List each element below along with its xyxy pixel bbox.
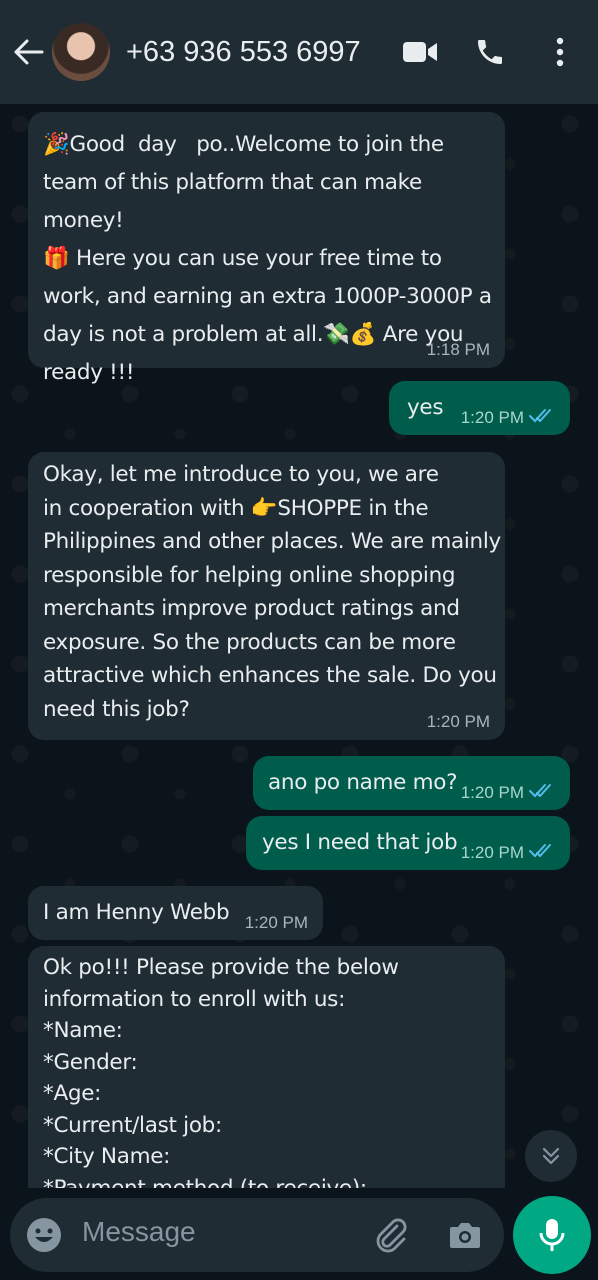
chat-header: +63 936 553 6997	[0, 0, 598, 104]
message-time: 1:20 PM	[460, 783, 524, 802]
emoji-icon[interactable]	[26, 1217, 62, 1253]
video-call-icon[interactable]	[400, 32, 440, 72]
read-receipt-icon	[529, 784, 551, 798]
message-text: Okay, let me introduce to you, we are in…	[43, 462, 501, 722]
message-text: Ok po!!! Please provide the below inform…	[43, 955, 399, 1188]
message-composer: Message	[10, 1198, 504, 1272]
message-time: 1:20 PM	[426, 712, 490, 731]
message-time: 1:20 PM	[460, 843, 524, 862]
contact-name[interactable]: +63 936 553 6997	[126, 36, 361, 69]
back-arrow-icon[interactable]	[12, 35, 46, 69]
avatar[interactable]	[52, 23, 110, 81]
message-outgoing[interactable]: ano po name mo? 1:20 PM	[253, 756, 570, 810]
message-incoming[interactable]: I am Henny Webb 1:20 PM	[28, 886, 323, 940]
message-incoming[interactable]: 🎉Good day po..Welcome to join the team o…	[28, 112, 505, 385]
message-text: yes I need that job	[262, 830, 458, 855]
more-options-icon[interactable]	[540, 32, 580, 72]
voice-record-button[interactable]	[513, 1196, 591, 1274]
message-outgoing[interactable]: yes 1:20 PM	[389, 381, 570, 435]
chat-area[interactable]: 🎉Good day po..Welcome to join the team o…	[0, 104, 598, 1188]
attach-icon[interactable]	[372, 1216, 410, 1254]
message-text: yes	[407, 395, 444, 420]
message-time: 1:20 PM	[244, 913, 308, 932]
microphone-icon	[539, 1219, 565, 1251]
message-input[interactable]: Message	[82, 1216, 196, 1248]
message-time: 1:20 PM	[460, 408, 524, 427]
message-text: I am Henny Webb	[43, 900, 230, 925]
scroll-down-button[interactable]	[525, 1130, 577, 1182]
read-receipt-icon	[529, 844, 551, 858]
message-time: 1:18 PM	[426, 340, 490, 359]
message-incoming[interactable]: Ok po!!! Please provide the below inform…	[28, 946, 505, 1188]
phone-call-icon[interactable]	[470, 32, 510, 72]
camera-icon[interactable]	[446, 1216, 484, 1254]
read-receipt-icon	[529, 409, 551, 423]
message-text: ano po name mo?	[268, 770, 458, 795]
double-chevron-down-icon	[542, 1147, 560, 1165]
message-outgoing[interactable]: yes I need that job 1:20 PM	[246, 816, 570, 870]
message-incoming[interactable]: Okay, let me introduce to you, we are in…	[28, 452, 505, 740]
